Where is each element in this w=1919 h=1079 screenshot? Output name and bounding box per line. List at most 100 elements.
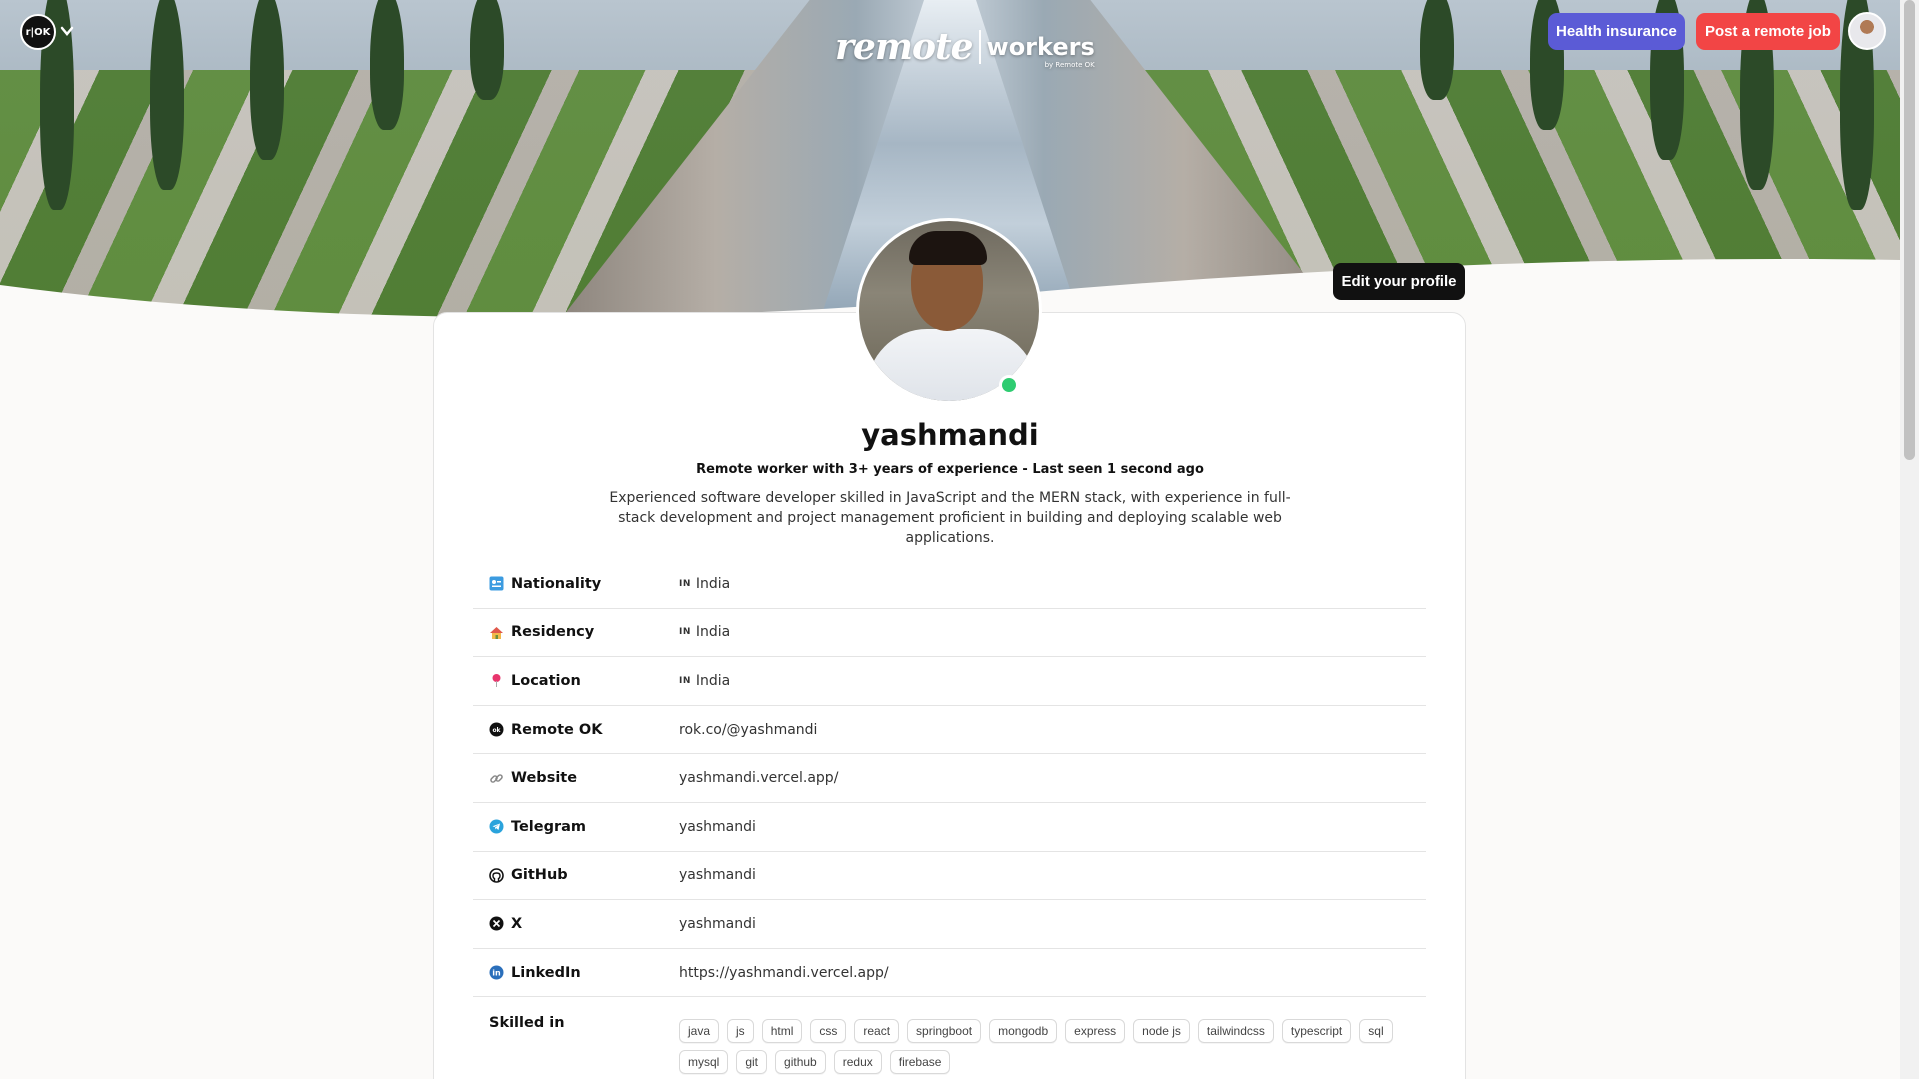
skill-tag[interactable]: tailwindcss (1197, 1019, 1274, 1044)
row-label: Nationality (473, 576, 679, 592)
id-card-icon (489, 576, 504, 591)
health-insurance-button[interactable]: Health insurance (1548, 13, 1685, 50)
row-label: in LinkedIn (473, 965, 679, 981)
row-website: Website yashmandi.vercel.app/ (473, 754, 1426, 803)
page-scrollbar[interactable] (1900, 0, 1919, 1079)
avatar-hair (909, 231, 987, 265)
skill-tag[interactable]: mysql (679, 1050, 729, 1075)
remoteok-icon: ok (489, 722, 504, 737)
row-label-text: Website (511, 770, 578, 787)
skill-tag[interactable]: css (810, 1019, 847, 1044)
country-code: IN (679, 675, 691, 686)
row-location: Location IN India (473, 657, 1426, 706)
edit-profile-button[interactable]: Edit your profile (1333, 263, 1465, 300)
row-residency: Residency IN India (473, 609, 1426, 658)
row-nationality: Nationality IN India (473, 560, 1426, 609)
row-value[interactable]: yashmandi.vercel.app/ (679, 770, 838, 786)
skill-tag[interactable]: springboot (907, 1019, 982, 1044)
skill-tag[interactable]: js (727, 1019, 754, 1044)
row-label: Telegram (473, 819, 679, 835)
row-label-text: Telegram (511, 818, 587, 835)
user-avatar[interactable] (1848, 12, 1886, 50)
row-x: X yashmandi (473, 900, 1426, 949)
row-value-text: India (695, 672, 731, 689)
skill-tag[interactable]: typescript (1281, 1019, 1352, 1044)
house-icon (489, 625, 504, 640)
website-link[interactable]: yashmandi.vercel.app/ (679, 770, 838, 786)
row-value-text: India (695, 575, 731, 592)
row-label: Website (473, 770, 679, 786)
profile-details: Nationality IN India Residency IN India Lo… (473, 560, 1426, 1075)
row-linkedin: in LinkedIn https://yashmandi.vercel.app… (473, 949, 1426, 998)
row-label: Location (473, 673, 679, 689)
row-label-text: GitHub (511, 867, 568, 884)
skill-tag[interactable]: firebase (889, 1050, 951, 1075)
skill-tag[interactable]: redux (833, 1050, 882, 1075)
row-value[interactable]: yashmandi (679, 867, 756, 883)
row-label-text: LinkedIn (511, 964, 581, 981)
online-status-dot (999, 375, 1019, 395)
x-link[interactable]: yashmandi (679, 916, 756, 932)
row-value: IN India (679, 576, 730, 592)
brand-byline: by Remote OK (1044, 61, 1095, 69)
profile-bio: Experienced software developer skilled i… (609, 490, 1291, 546)
profile-tagline: Remote worker with 3+ years of experienc… (696, 462, 1204, 477)
row-label: Residency (473, 624, 679, 640)
skills-label: Skilled in (489, 1015, 565, 1032)
scrollbar-thumb[interactable] (1904, 0, 1915, 460)
linkedin-icon: in (489, 965, 504, 980)
row-label-text: Location (511, 672, 581, 689)
row-github: GitHub yashmandi (473, 852, 1426, 901)
row-label: GitHub (473, 867, 679, 883)
skill-tag[interactable]: node js (1133, 1019, 1190, 1044)
row-skills: Skilled in java js html css react springboot m… (473, 997, 1426, 1075)
row-label-text: Remote OK (511, 721, 603, 738)
skills-tags: java js html css react springboot mongodb expre… (679, 1015, 1399, 1075)
chevron-down-icon[interactable] (60, 24, 74, 38)
skill-tag[interactable]: express (1065, 1019, 1126, 1044)
brand-workers-text: workers (986, 33, 1095, 61)
github-icon (489, 868, 504, 883)
tree (1420, 0, 1454, 100)
skill-tag[interactable]: html (761, 1019, 803, 1044)
pin-icon (489, 673, 504, 688)
row-value: IN India (679, 673, 730, 689)
tree (150, 0, 184, 190)
row-value[interactable]: yashmandi (679, 916, 756, 932)
row-label: ok Remote OK (473, 722, 679, 738)
row-value[interactable]: rok.co/@yashmandi (679, 722, 817, 738)
row-label-text: Residency (511, 624, 595, 641)
row-telegram: Telegram yashmandi (473, 803, 1426, 852)
telegram-link[interactable]: yashmandi (679, 819, 756, 835)
row-value: IN India (679, 624, 730, 640)
tree (470, 0, 504, 100)
link-icon (489, 771, 504, 786)
remoteok-logo[interactable]: r|OK (20, 14, 56, 50)
row-value[interactable]: https://yashmandi.vercel.app/ (679, 965, 889, 981)
remoteok-link[interactable]: rok.co/@yashmandi (679, 722, 817, 738)
skill-tag[interactable]: sql (1359, 1019, 1393, 1044)
row-label-text: Nationality (511, 575, 602, 592)
skill-tag[interactable]: git (736, 1050, 768, 1075)
post-remote-job-button[interactable]: Post a remote job (1696, 13, 1840, 50)
svg-text:ok: ok (492, 727, 501, 734)
row-value[interactable]: yashmandi (679, 819, 756, 835)
row-value-text: India (695, 624, 731, 641)
skill-tag[interactable]: react (854, 1019, 900, 1044)
skill-tag[interactable]: java (679, 1019, 720, 1044)
telegram-icon (489, 819, 504, 834)
row-label-text: X (511, 915, 523, 932)
svg-text:in: in (492, 969, 501, 978)
country-code: IN (679, 578, 691, 589)
github-link[interactable]: yashmandi (679, 867, 756, 883)
linkedin-link[interactable]: https://yashmandi.vercel.app/ (679, 965, 889, 981)
brand-workers: workers by Remote OK (986, 33, 1095, 69)
row-label: X (473, 916, 679, 932)
profile-name: yashmandi (861, 418, 1039, 452)
country-code: IN (679, 627, 691, 638)
brand-divider (978, 30, 981, 64)
brand-logo[interactable]: remote workers by Remote OK (835, 26, 1095, 69)
tree (250, 0, 284, 160)
skill-tag[interactable]: github (775, 1050, 826, 1075)
skill-tag[interactable]: mongodb (989, 1019, 1058, 1044)
